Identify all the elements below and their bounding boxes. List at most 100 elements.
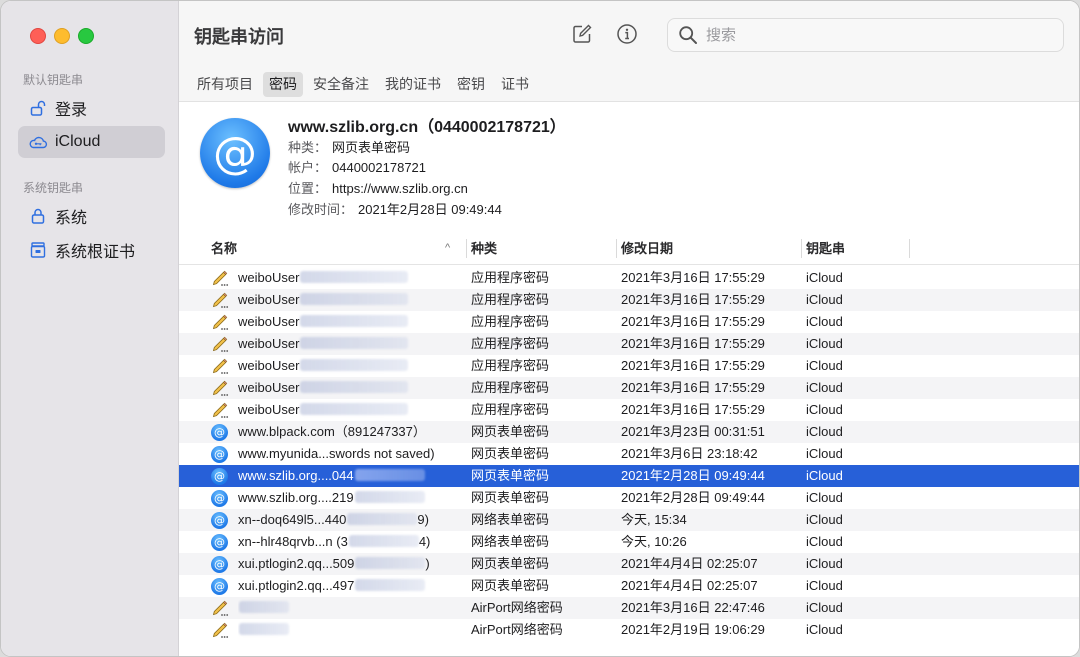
row-date: 2021年4月4日 02:25:07: [621, 556, 758, 571]
pencil-icon: [211, 313, 229, 331]
tab-all-items[interactable]: 所有项目: [191, 72, 259, 97]
redacted-text: [354, 469, 425, 481]
search-icon: [678, 25, 698, 45]
column-header-kind[interactable]: 种类: [471, 233, 497, 264]
column-header-keychain[interactable]: 钥匙串: [806, 233, 845, 264]
row-name: www.szlib.org....219: [238, 487, 468, 509]
sidebar-item-login[interactable]: 登录: [18, 92, 165, 124]
redacted-text: [239, 623, 289, 635]
row-kind: 应用程序密码: [471, 336, 550, 351]
compose-icon[interactable]: [571, 23, 593, 45]
redacted-text: [300, 271, 409, 283]
row-keychain: iCloud: [806, 424, 843, 439]
close-window-button[interactable]: [30, 28, 46, 44]
sidebar-item-system-roots[interactable]: 系统根证书: [18, 234, 165, 266]
redacted-text: [300, 381, 409, 393]
sidebar-item-icloud[interactable]: iCloud: [18, 126, 165, 158]
table-row[interactable]: AirPort网络密码 2021年3月16日 22:47:46 iCloud: [179, 597, 1079, 619]
row-kind: 应用程序密码: [471, 380, 550, 395]
search-field[interactable]: [667, 18, 1064, 52]
row-keychain: iCloud: [806, 446, 843, 461]
redacted-text: [300, 337, 409, 349]
row-kind: 应用程序密码: [471, 358, 550, 373]
redacted-text: [355, 557, 426, 569]
item-kind: 种类： 网页表单密码: [288, 140, 411, 155]
table-row[interactable]: weiboUser 应用程序密码 2021年3月16日 17:55:29 iCloud: [179, 267, 1079, 289]
table-row[interactable]: @ www.szlib.org....219 网页表单密码 2021年2月28日 09…: [179, 487, 1079, 509]
row-kind: 网页表单密码: [471, 424, 550, 439]
tab-my-certificates[interactable]: 我的证书: [379, 72, 447, 97]
table-row[interactable]: @ www.blpack.com（891247337） 网页表单密码 2021年3月2…: [179, 421, 1079, 443]
table-row[interactable]: weiboUser 应用程序密码 2021年3月16日 17:55:29 iCloud: [179, 355, 1079, 377]
password-list: weiboUser 应用程序密码 2021年3月16日 17:55:29 iCloud…: [179, 267, 1079, 641]
row-date: 2021年3月16日 22:47:46: [621, 600, 765, 615]
table-row[interactable]: weiboUser 应用程序密码 2021年3月16日 17:55:29 iCloud: [179, 377, 1079, 399]
tab-secure-notes[interactable]: 安全备注: [307, 72, 375, 97]
table-row[interactable]: @ xui.ptlogin2.qq...497 网页表单密码 2021年4月4日 02…: [179, 575, 1079, 597]
table-row[interactable]: weiboUser 应用程序密码 2021年3月16日 17:55:29 iCloud: [179, 311, 1079, 333]
row-name: www.szlib.org....044: [238, 465, 468, 487]
row-name: www.blpack.com（891247337）: [238, 424, 426, 439]
row-name: xn--hlr48qrvb...n (3 4): [238, 534, 431, 549]
row-keychain: iCloud: [806, 512, 843, 527]
table-row[interactable]: weiboUser 应用程序密码 2021年3月16日 17:55:29 iCloud: [179, 399, 1079, 421]
tab-passwords[interactable]: 密码: [263, 72, 303, 97]
pencil-icon: [211, 379, 229, 397]
app-title: 钥匙串访问: [194, 27, 284, 47]
table-row[interactable]: AirPort网络密码 2021年2月19日 19:06:29 iCloud: [179, 619, 1079, 641]
category-tabs: 所有项目 密码 安全备注 我的证书 密钥 证书: [191, 72, 535, 97]
main-pane: 钥匙串访问 所有项目 密码 安全备注 我的证书 密钥 证书: [179, 1, 1079, 656]
table-row[interactable]: @ xn--doq649l5...440 9) 网络表单密码 今天, 15:34 iClo…: [179, 509, 1079, 531]
info-icon[interactable]: [616, 23, 638, 45]
zoom-window-button[interactable]: [78, 28, 94, 44]
row-name: xn--doq649l5...440 9): [238, 512, 429, 527]
row-kind: 网络表单密码: [471, 534, 550, 549]
table-row[interactable]: weiboUser 应用程序密码 2021年3月16日 17:55:29 iCloud: [179, 333, 1079, 355]
table-row[interactable]: @ www.szlib.org....044 网页表单密码 2021年2月28日 09…: [179, 465, 1079, 487]
tab-certificates[interactable]: 证书: [495, 72, 535, 97]
sidebar-item-label: 系统: [55, 210, 88, 227]
row-kind: AirPort网络密码: [471, 622, 563, 637]
table-row[interactable]: @ www.myunida...swords not saved) 网页表单密码 20…: [179, 443, 1079, 465]
minimize-window-button[interactable]: [54, 28, 70, 44]
pencil-icon: [211, 269, 229, 287]
column-header-date[interactable]: 修改日期: [621, 233, 673, 264]
table-row[interactable]: weiboUser 应用程序密码 2021年3月16日 17:55:29 iCloud: [179, 289, 1079, 311]
row-kind: 应用程序密码: [471, 402, 550, 417]
table-row[interactable]: @ xn--hlr48qrvb...n (3 4) 网络表单密码 今天, 10:26 iC…: [179, 531, 1079, 553]
row-keychain: iCloud: [806, 534, 843, 549]
row-name: weiboUser: [238, 355, 468, 377]
row-date: 2021年3月16日 17:55:29: [621, 292, 765, 307]
toolbar: 钥匙串访问 所有项目 密码 安全备注 我的证书 密钥 证书: [179, 1, 1079, 102]
row-name: www.myunida...swords not saved): [238, 446, 435, 461]
row-date: 2021年2月28日 09:49:44: [621, 468, 765, 483]
row-keychain: iCloud: [806, 336, 843, 351]
row-date: 2021年2月28日 09:49:44: [621, 490, 765, 505]
pencil-icon: [211, 335, 229, 353]
web-form-password-icon: @: [200, 118, 270, 188]
row-name: weiboUser: [238, 333, 468, 355]
at-icon: @: [211, 467, 229, 485]
sort-ascending-icon: ^: [445, 242, 451, 254]
tab-keys[interactable]: 密钥: [451, 72, 491, 97]
redacted-text: [239, 601, 289, 613]
pencil-icon: [211, 621, 229, 639]
row-keychain: iCloud: [806, 314, 843, 329]
search-input[interactable]: [704, 25, 1048, 45]
redacted-text: [300, 315, 409, 327]
column-header-name[interactable]: 名称: [211, 233, 237, 264]
icloud-icon: [27, 134, 49, 150]
sidebar-item-system[interactable]: 系统: [18, 200, 165, 232]
row-kind: 网页表单密码: [471, 578, 550, 593]
pencil-icon: [211, 357, 229, 375]
row-kind: 网页表单密码: [471, 446, 550, 461]
row-name: weiboUser: [238, 267, 468, 289]
redacted-text: [300, 293, 409, 305]
table-row[interactable]: @ xui.ptlogin2.qq...509) 网页表单密码 2021年4月4日 0…: [179, 553, 1079, 575]
sidebar-item-label: 系统根证书: [55, 244, 136, 261]
row-kind: 网页表单密码: [471, 490, 550, 505]
row-date: 2021年3月16日 17:55:29: [621, 270, 765, 285]
lock-icon: [27, 207, 49, 225]
row-name: [238, 597, 468, 619]
row-keychain: iCloud: [806, 270, 843, 285]
